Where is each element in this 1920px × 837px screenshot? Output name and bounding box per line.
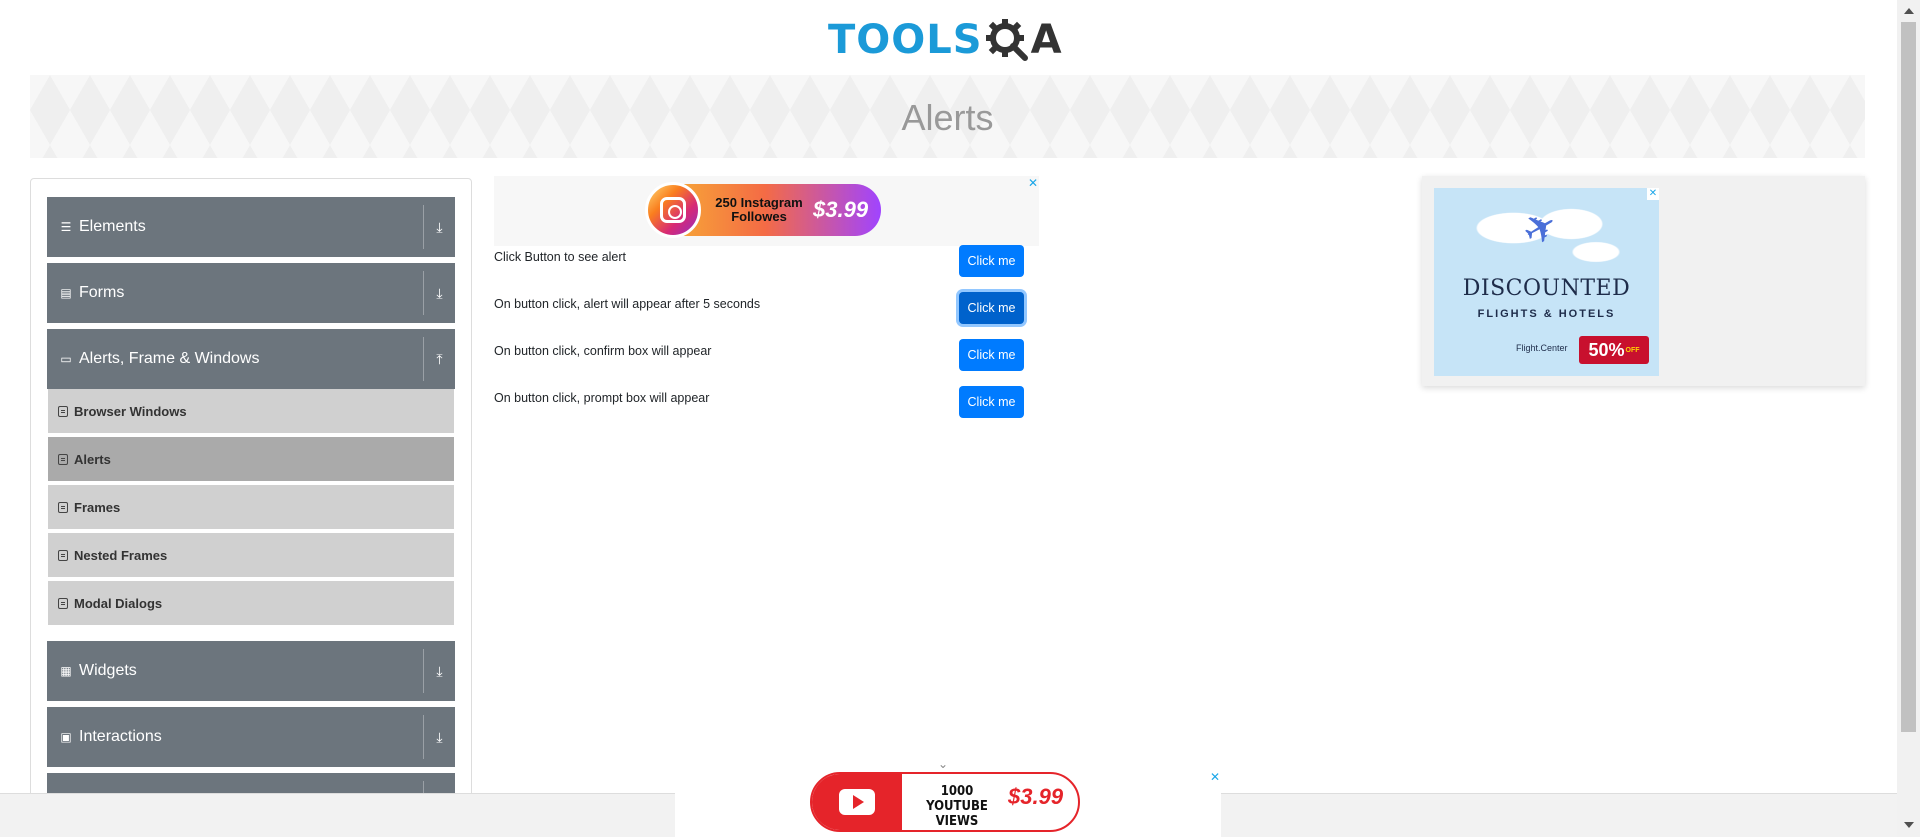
- alert-row: On button click, alert will appear after…: [494, 292, 1024, 329]
- alert-row: On button click, prompt box will appear …: [494, 386, 1024, 423]
- discount-tag: 50% OFF: [1579, 336, 1649, 364]
- document-icon: [58, 453, 68, 465]
- logo-text: TOOLS: [828, 17, 983, 63]
- menu-item-browser-windows[interactable]: Browser Windows: [48, 389, 454, 435]
- download-icon[interactable]: ⤓: [423, 205, 455, 249]
- ad-close-icon[interactable]: ✕: [1028, 176, 1038, 190]
- file-icon: ▤: [60, 286, 72, 300]
- instagram-ad[interactable]: 250 Instagram Followes $3.99 ✕: [494, 176, 1039, 246]
- menu-item-nested-frames[interactable]: Nested Frames: [48, 533, 454, 579]
- group-elements[interactable]: ☰ Elements ⤓: [47, 197, 455, 257]
- ad-close-icon[interactable]: ✕: [1647, 188, 1659, 200]
- flight-ad-brand: Flight.Center: [1516, 343, 1568, 353]
- download-icon[interactable]: ⤓: [423, 715, 455, 759]
- menu-item-label: Alerts: [74, 451, 111, 467]
- scroll-thumb[interactable]: [1901, 22, 1916, 732]
- group-label: Interactions: [79, 728, 162, 745]
- flight-ad-title: DISCOUNTED: [1462, 276, 1631, 301]
- alert-row-label: Click Button to see alert: [494, 250, 627, 264]
- timer-alert-button[interactable]: Click me: [959, 292, 1024, 324]
- group-forms[interactable]: ▤ Forms ⤓: [47, 263, 455, 323]
- upload-icon[interactable]: ⤒: [423, 337, 455, 381]
- alert-row-label: On button click, prompt box will appear: [494, 391, 710, 405]
- menu-item-alerts[interactable]: Alerts: [48, 437, 454, 483]
- instagram-ad-pill: 250 Instagram Followes $3.99: [645, 182, 881, 238]
- ad-close-icon[interactable]: ✕: [1210, 770, 1220, 784]
- scroll-down-arrow-icon[interactable]: [1904, 822, 1914, 828]
- youtube-ad-text: 1000 YOUTUBE VIEWS: [926, 784, 988, 829]
- menu-item-label: Modal Dialogs: [74, 595, 163, 611]
- download-icon[interactable]: ⤓: [423, 649, 455, 693]
- menu-item-label: Frames: [74, 499, 121, 515]
- alert-row: On button click, confirm box will appear…: [494, 339, 1024, 376]
- page-banner: Alerts: [30, 75, 1865, 158]
- square-icon: ▣: [60, 730, 72, 744]
- document-icon: [58, 405, 68, 417]
- page-scrollbar[interactable]: [1897, 0, 1920, 837]
- window-icon: ▭: [60, 352, 72, 366]
- discount-value: 50%: [1588, 339, 1625, 360]
- toolsqa-logo[interactable]: TOOLS A: [828, 12, 1062, 68]
- list-icon: ☰: [60, 220, 72, 234]
- instagram-ad-price: $3.99: [813, 197, 869, 222]
- instagram-icon: [645, 182, 701, 238]
- group-interactions[interactable]: ▣ Interactions ⤓: [47, 707, 455, 767]
- alert-row: Click Button to see alert Click me: [494, 245, 1024, 282]
- prompt-button[interactable]: Click me: [959, 386, 1024, 418]
- flight-ad[interactable]: ✈ DISCOUNTED FLIGHTS & HOTELS Flight.Cen…: [1434, 188, 1659, 376]
- youtube-ad-price: $3.99: [1008, 784, 1064, 809]
- menu-item-modal-dialogs[interactable]: Modal Dialogs: [48, 581, 454, 627]
- grid-icon: ▦: [60, 664, 72, 678]
- flight-ad-subtitle: FLIGHTS & HOTELS: [1477, 308, 1616, 320]
- play-icon: [839, 789, 875, 815]
- group-widgets[interactable]: ▦ Widgets ⤓: [47, 641, 455, 701]
- menu-item-label: Nested Frames: [74, 547, 168, 563]
- discount-suffix: OFF: [1625, 346, 1640, 354]
- page-title: Alerts: [901, 97, 994, 138]
- alert-button[interactable]: Click me: [959, 245, 1024, 277]
- document-icon: [58, 549, 68, 561]
- download-icon[interactable]: ⤓: [423, 271, 455, 315]
- youtube-logo: [812, 774, 902, 830]
- document-icon: [58, 597, 68, 609]
- alert-row-label: On button click, alert will appear after…: [494, 297, 761, 311]
- document-icon: [58, 501, 68, 513]
- group-label: Elements: [79, 218, 146, 235]
- youtube-ad[interactable]: 1000 YOUTUBE VIEWS $3.99 ✕: [675, 768, 1221, 837]
- group-label: Forms: [79, 284, 125, 301]
- menu-item-label: Browser Windows: [74, 403, 187, 419]
- group-alerts-frames-windows[interactable]: ▭ Alerts, Frame & Windows ⤒: [47, 329, 455, 389]
- right-ad-container: ✈ DISCOUNTED FLIGHTS & HOTELS Flight.Cen…: [1422, 176, 1865, 386]
- menu-item-frames[interactable]: Frames: [48, 485, 454, 531]
- logo-suffix: A: [1030, 17, 1062, 63]
- gear-magnifier-icon: [985, 19, 1028, 61]
- confirm-button[interactable]: Click me: [959, 339, 1024, 371]
- left-sidebar: ☰ Elements ⤓ ▤ Forms ⤓ ▭ Alerts, Frame &…: [30, 178, 472, 798]
- scroll-up-arrow-icon[interactable]: [1904, 8, 1914, 14]
- instagram-ad-text: 250 Instagram Followes: [715, 195, 803, 224]
- group-label: Alerts, Frame & Windows: [79, 350, 260, 367]
- alert-row-label: On button click, confirm box will appear: [494, 344, 712, 358]
- group-label: Widgets: [79, 662, 137, 679]
- youtube-ad-pill: 1000 YOUTUBE VIEWS $3.99: [810, 772, 1080, 832]
